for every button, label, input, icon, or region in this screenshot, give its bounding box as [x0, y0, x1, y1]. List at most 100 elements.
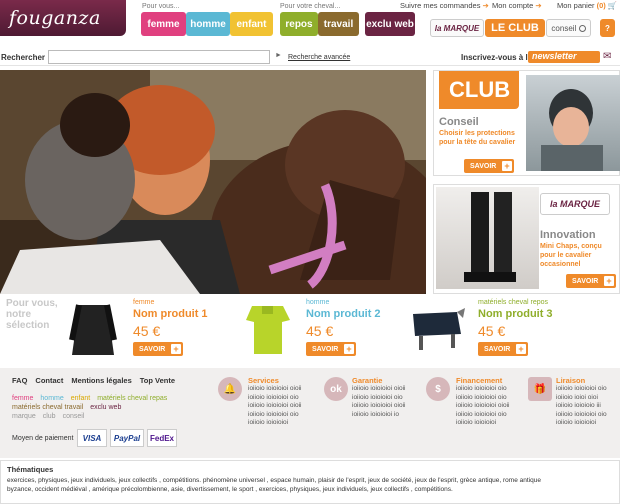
- service-line: ioiioio ioioioioi oioii: [352, 385, 406, 392]
- top-sales-link[interactable]: Top Vente: [140, 376, 175, 385]
- marque-link[interactable]: la MARQUE: [430, 19, 484, 37]
- conseil-label: conseil: [551, 23, 577, 33]
- account-label: Mon compte: [492, 1, 534, 10]
- logo[interactable]: fouganza: [0, 0, 126, 36]
- club-badge: CLUB: [439, 71, 519, 109]
- product-category: femme: [133, 299, 155, 306]
- service-line: ioiioio ioioioioi oio: [556, 385, 607, 392]
- savoir-button[interactable]: SAVOIR +: [566, 274, 616, 288]
- plus-icon: +: [502, 161, 512, 171]
- advanced-search-link[interactable]: Recherche avancée: [288, 54, 350, 61]
- plus-icon: +: [344, 344, 354, 354]
- savoir-label: SAVOIR: [572, 277, 599, 285]
- footer-enfant-link[interactable]: enfant: [71, 395, 90, 402]
- account-link[interactable]: Mon compte ➔: [492, 1, 542, 10]
- footer-links-main: FAQ Contact Mentions légales Top Vente: [12, 376, 175, 385]
- product-name[interactable]: Nom produit 2: [306, 308, 381, 320]
- faq-link[interactable]: FAQ: [12, 376, 27, 385]
- service-line: ioiioio ioioioioi oio: [456, 393, 507, 401]
- footer-links-categories: femme homme enfant matériels cheval repa…: [12, 395, 167, 402]
- product-image-jacket[interactable]: [64, 300, 122, 360]
- savoir-label: SAVOIR: [312, 345, 339, 353]
- product-name[interactable]: Nom produit 3: [478, 308, 553, 320]
- service-line: ioiioio ioioi oioi: [556, 393, 598, 401]
- track-orders-link[interactable]: Suivre mes commandes ➔: [400, 1, 489, 10]
- footer-femme-link[interactable]: femme: [12, 395, 33, 402]
- arrow-right-icon: ➔: [535, 1, 542, 10]
- cart-count: (0): [596, 1, 606, 10]
- nav-exclu-web-button[interactable]: exclu web: [365, 12, 415, 36]
- plus-icon: +: [171, 344, 181, 354]
- bell-icon: 🔔: [218, 377, 242, 401]
- service-line: ioiioio ioioioio iii: [556, 402, 601, 409]
- product-image-horse-blanket[interactable]: [405, 304, 467, 352]
- service-line: ioiioio ioioioioi oio: [352, 393, 403, 401]
- cart-link[interactable]: Mon panier (0) 🛒: [557, 1, 617, 10]
- gift-icon: 🎁: [528, 377, 552, 401]
- savoir-button[interactable]: SAVOIR +: [306, 342, 356, 356]
- radio-icon: [578, 24, 586, 32]
- fedex-logo: FedEx: [147, 429, 177, 447]
- service-line: ioiioio ioioioioi oio: [456, 410, 507, 418]
- footer-links-horse: matériels cheval travail exclu web: [12, 404, 121, 411]
- service-line: ioiioio ioioioioi oioii: [248, 402, 302, 409]
- footer-conseil-link[interactable]: conseil: [63, 413, 85, 420]
- legal-link[interactable]: Mentions légales: [71, 376, 131, 385]
- promo-club[interactable]: CLUB Conseil Choisir les protections pou…: [433, 70, 620, 176]
- nav-repos-button[interactable]: repos: [280, 12, 318, 36]
- newsletter-button[interactable]: newsletter: [528, 51, 600, 63]
- conseil-link[interactable]: conseil: [546, 19, 591, 37]
- footer-club-link[interactable]: club: [43, 413, 56, 420]
- savoir-label: SAVOIR: [484, 345, 511, 353]
- footer-travail-link[interactable]: matériels cheval travail: [12, 404, 83, 411]
- service-line: ioiioio ioioioioi oioii: [352, 402, 406, 409]
- marque-badge: la MARQUE: [540, 193, 610, 215]
- newsletter-prefix: Inscrivez-vous à la: [461, 53, 533, 62]
- service-title: Liraison: [556, 376, 586, 385]
- service-title: Garantie: [352, 376, 383, 385]
- footer-marque-link[interactable]: marque: [12, 413, 36, 420]
- rider-photo: [526, 75, 620, 171]
- service-title: Services: [248, 376, 279, 385]
- nav-homme-button[interactable]: homme: [186, 12, 230, 36]
- footer-repos-link[interactable]: matériels cheval repas: [97, 395, 167, 402]
- service-line: ioiioio ioioioioi oio: [248, 393, 299, 401]
- help-button[interactable]: ?: [600, 19, 615, 37]
- piggy-bank-icon: $: [426, 377, 450, 401]
- product-price: 45 €: [306, 323, 334, 339]
- club-link[interactable]: LE CLUB: [485, 19, 545, 37]
- payment-label: Moyen de paiement: [12, 435, 74, 442]
- service-text: ioiioio ioioioioi oio ioiioio ioioioioi …: [456, 385, 509, 428]
- savoir-button[interactable]: SAVOIR +: [133, 342, 183, 356]
- contact-link[interactable]: Contact: [35, 376, 63, 385]
- nav-travail-button[interactable]: travail: [318, 12, 359, 36]
- service-line: ioiioio ioioioioi: [456, 419, 497, 426]
- track-orders-label: Suivre mes commandes: [400, 1, 481, 10]
- thematiques-line[interactable]: exercices, physiques, jeux individuels, …: [7, 476, 613, 485]
- footer-exclu-link[interactable]: exclu web: [90, 404, 121, 411]
- paypal-logo: PayPal: [110, 429, 144, 447]
- footer-homme-link[interactable]: homme: [40, 395, 63, 402]
- nav-femme-button[interactable]: femme: [141, 12, 186, 36]
- savoir-button[interactable]: SAVOIR +: [478, 342, 528, 356]
- promo-marque[interactable]: la MARQUE Innovation Mini Chaps, conçu p…: [433, 184, 620, 294]
- nav-enfant-button[interactable]: enfant: [230, 12, 273, 36]
- search-input[interactable]: [48, 50, 270, 64]
- pour-vous-label: Pour vous...: [142, 3, 180, 10]
- promo-title: Conseil: [439, 116, 479, 128]
- thematiques-line[interactable]: byzance, occident médiéval , amérique pr…: [7, 485, 613, 494]
- visa-logo: VISA: [77, 429, 107, 447]
- service-text: ioiioio ioioioioi oio ioiioio ioioi oioi…: [556, 385, 607, 428]
- savoir-button[interactable]: SAVOIR +: [464, 159, 514, 173]
- plus-icon: +: [604, 276, 614, 286]
- search-submit-icon[interactable]: ►: [275, 52, 282, 59]
- hero-banner[interactable]: [0, 70, 426, 294]
- product-image-polo[interactable]: [240, 300, 295, 358]
- plus-icon: +: [516, 344, 526, 354]
- service-line: ioiioio ioioioioi: [556, 419, 597, 426]
- hero-image: [0, 70, 426, 294]
- service-line: ioiioio ioioioioi oio: [456, 385, 507, 392]
- promo-title: Innovation: [540, 229, 596, 241]
- product-name[interactable]: Nom produit 1: [133, 308, 208, 320]
- promo-text: Choisir les protections pour la tête du …: [439, 130, 516, 146]
